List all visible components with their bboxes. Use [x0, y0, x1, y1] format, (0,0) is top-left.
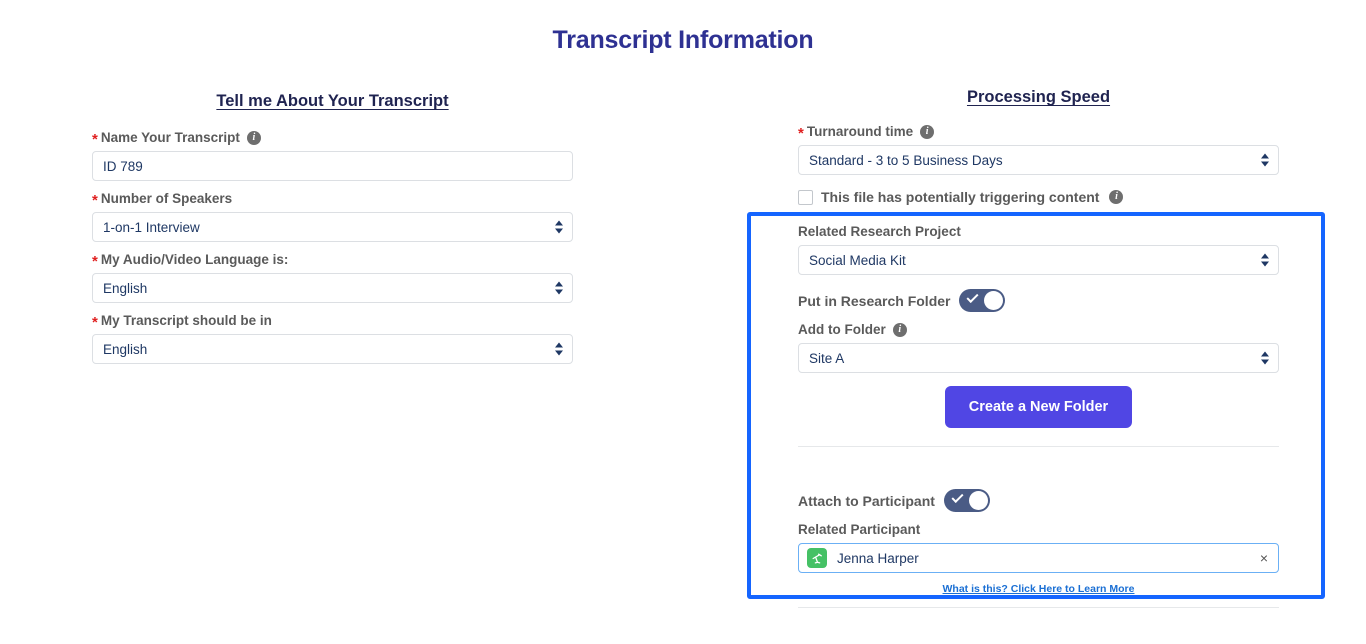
label-audio-video-language: * My Audio/Video Language is:: [92, 252, 573, 270]
spinner-icon[interactable]: [1261, 153, 1269, 167]
spinner-icon[interactable]: [1261, 351, 1269, 365]
label-text: My Transcript should be in: [100, 313, 272, 328]
transcript-information-page: Transcript Information Tell me About You…: [0, 0, 1366, 644]
panel-divider: [798, 446, 1279, 447]
info-icon[interactable]: i: [1109, 190, 1124, 204]
field-number-of-speakers: * Number of Speakers 1-on-1 Interview: [92, 191, 573, 242]
spinner-icon[interactable]: [1261, 253, 1269, 267]
check-icon: [951, 490, 964, 504]
info-icon[interactable]: i: [892, 323, 907, 337]
label-text: Name Your Transcript: [100, 130, 240, 145]
transcript-name-value: ID 789: [103, 158, 143, 174]
label-turnaround-time: * Turnaround time i: [798, 124, 1279, 142]
required-asterisk: *: [798, 125, 804, 142]
spinner-icon[interactable]: [555, 281, 563, 295]
label-text: Number of Speakers: [100, 191, 233, 206]
required-asterisk: *: [92, 131, 98, 148]
related-research-project-select[interactable]: Social Media Kit: [798, 245, 1279, 275]
field-turnaround-time: * Turnaround time i Standard - 3 to 5 Bu…: [798, 124, 1279, 175]
right-column: Processing Speed * Turnaround time i Sta…: [798, 88, 1279, 205]
transcript-name-input[interactable]: ID 789: [92, 151, 573, 181]
left-column: Tell me About Your Transcript * Name You…: [92, 92, 573, 374]
related-participant-value: Jenna Harper: [837, 550, 919, 566]
transcript-language-value: English: [103, 341, 148, 357]
audio-video-language-value: English: [103, 280, 148, 296]
attach-to-participant-toggle[interactable]: [943, 489, 990, 512]
research-and-participant-panel: Related Research Project Social Media Ki…: [798, 224, 1279, 595]
put-in-research-folder-label: Put in Research Folder: [798, 292, 951, 309]
create-new-folder-button[interactable]: Create a New Folder: [944, 386, 1133, 428]
bottom-divider: [798, 607, 1279, 608]
check-icon: [966, 290, 979, 304]
number-of-speakers-value: 1-on-1 Interview: [103, 219, 200, 235]
telescope-icon: [807, 548, 827, 568]
label-related-research-project: Related Research Project: [798, 224, 1279, 240]
field-name-your-transcript: * Name Your Transcript i ID 789: [92, 130, 573, 181]
toggle-knob: [984, 291, 1004, 310]
transcript-language-select[interactable]: English: [92, 334, 573, 364]
related-participant-input[interactable]: Jenna Harper ×: [798, 543, 1279, 573]
number-of-speakers-select[interactable]: 1-on-1 Interview: [92, 212, 573, 242]
turnaround-time-select[interactable]: Standard - 3 to 5 Business Days: [798, 145, 1279, 175]
section-title-transcript: Tell me About Your Transcript: [216, 92, 449, 110]
required-asterisk: *: [92, 253, 98, 270]
field-transcript-language: * My Transcript should be in English: [92, 313, 573, 364]
field-add-to-folder: Add to Folder i Site A: [798, 322, 1279, 373]
field-audio-video-language: * My Audio/Video Language is: English: [92, 252, 573, 303]
spinner-icon[interactable]: [555, 342, 563, 356]
field-related-participant: Related Participant Jenna Harper ×: [798, 522, 1279, 573]
related-research-project-value: Social Media Kit: [809, 252, 906, 268]
label-related-participant: Related Participant: [798, 522, 1279, 538]
triggering-content-row[interactable]: This file has potentially triggering con…: [798, 189, 1279, 205]
create-folder-button-row: Create a New Folder: [798, 386, 1279, 428]
toggle-knob: [968, 491, 988, 510]
attach-to-participant-row: Attach to Participant: [798, 489, 1279, 512]
put-in-research-folder-toggle[interactable]: [959, 289, 1006, 312]
turnaround-time-value: Standard - 3 to 5 Business Days: [809, 152, 1003, 168]
label-text: My Audio/Video Language is:: [100, 252, 289, 267]
label-text: Add to Folder: [798, 322, 886, 337]
info-icon[interactable]: i: [246, 131, 261, 145]
triggering-content-checkbox[interactable]: [798, 189, 813, 205]
label-transcript-language: * My Transcript should be in: [92, 313, 573, 331]
triggering-content-label: This file has potentially triggering con…: [821, 189, 1100, 205]
label-text: Related Participant: [798, 522, 921, 537]
section-title-processing-speed: Processing Speed: [966, 88, 1111, 106]
label-text: Turnaround time: [806, 124, 914, 139]
add-to-folder-value: Site A: [809, 350, 845, 366]
audio-video-language-select[interactable]: English: [92, 273, 573, 303]
add-to-folder-select[interactable]: Site A: [798, 343, 1279, 373]
field-related-research-project: Related Research Project Social Media Ki…: [798, 224, 1279, 275]
put-in-research-folder-row: Put in Research Folder: [798, 289, 1279, 312]
info-icon[interactable]: i: [920, 125, 935, 139]
page-title: Transcript Information: [552, 26, 814, 54]
required-asterisk: *: [92, 192, 98, 209]
learn-more-link[interactable]: What is this? Click Here to Learn More: [798, 583, 1279, 595]
attach-to-participant-label: Attach to Participant: [798, 492, 935, 509]
spinner-icon[interactable]: [555, 220, 563, 234]
required-asterisk: *: [92, 314, 98, 331]
label-add-to-folder: Add to Folder i: [798, 322, 1279, 338]
label-text: Related Research Project: [798, 224, 961, 239]
close-icon[interactable]: ×: [1260, 551, 1268, 565]
label-name-your-transcript: * Name Your Transcript i: [92, 130, 573, 148]
label-number-of-speakers: * Number of Speakers: [92, 191, 573, 209]
